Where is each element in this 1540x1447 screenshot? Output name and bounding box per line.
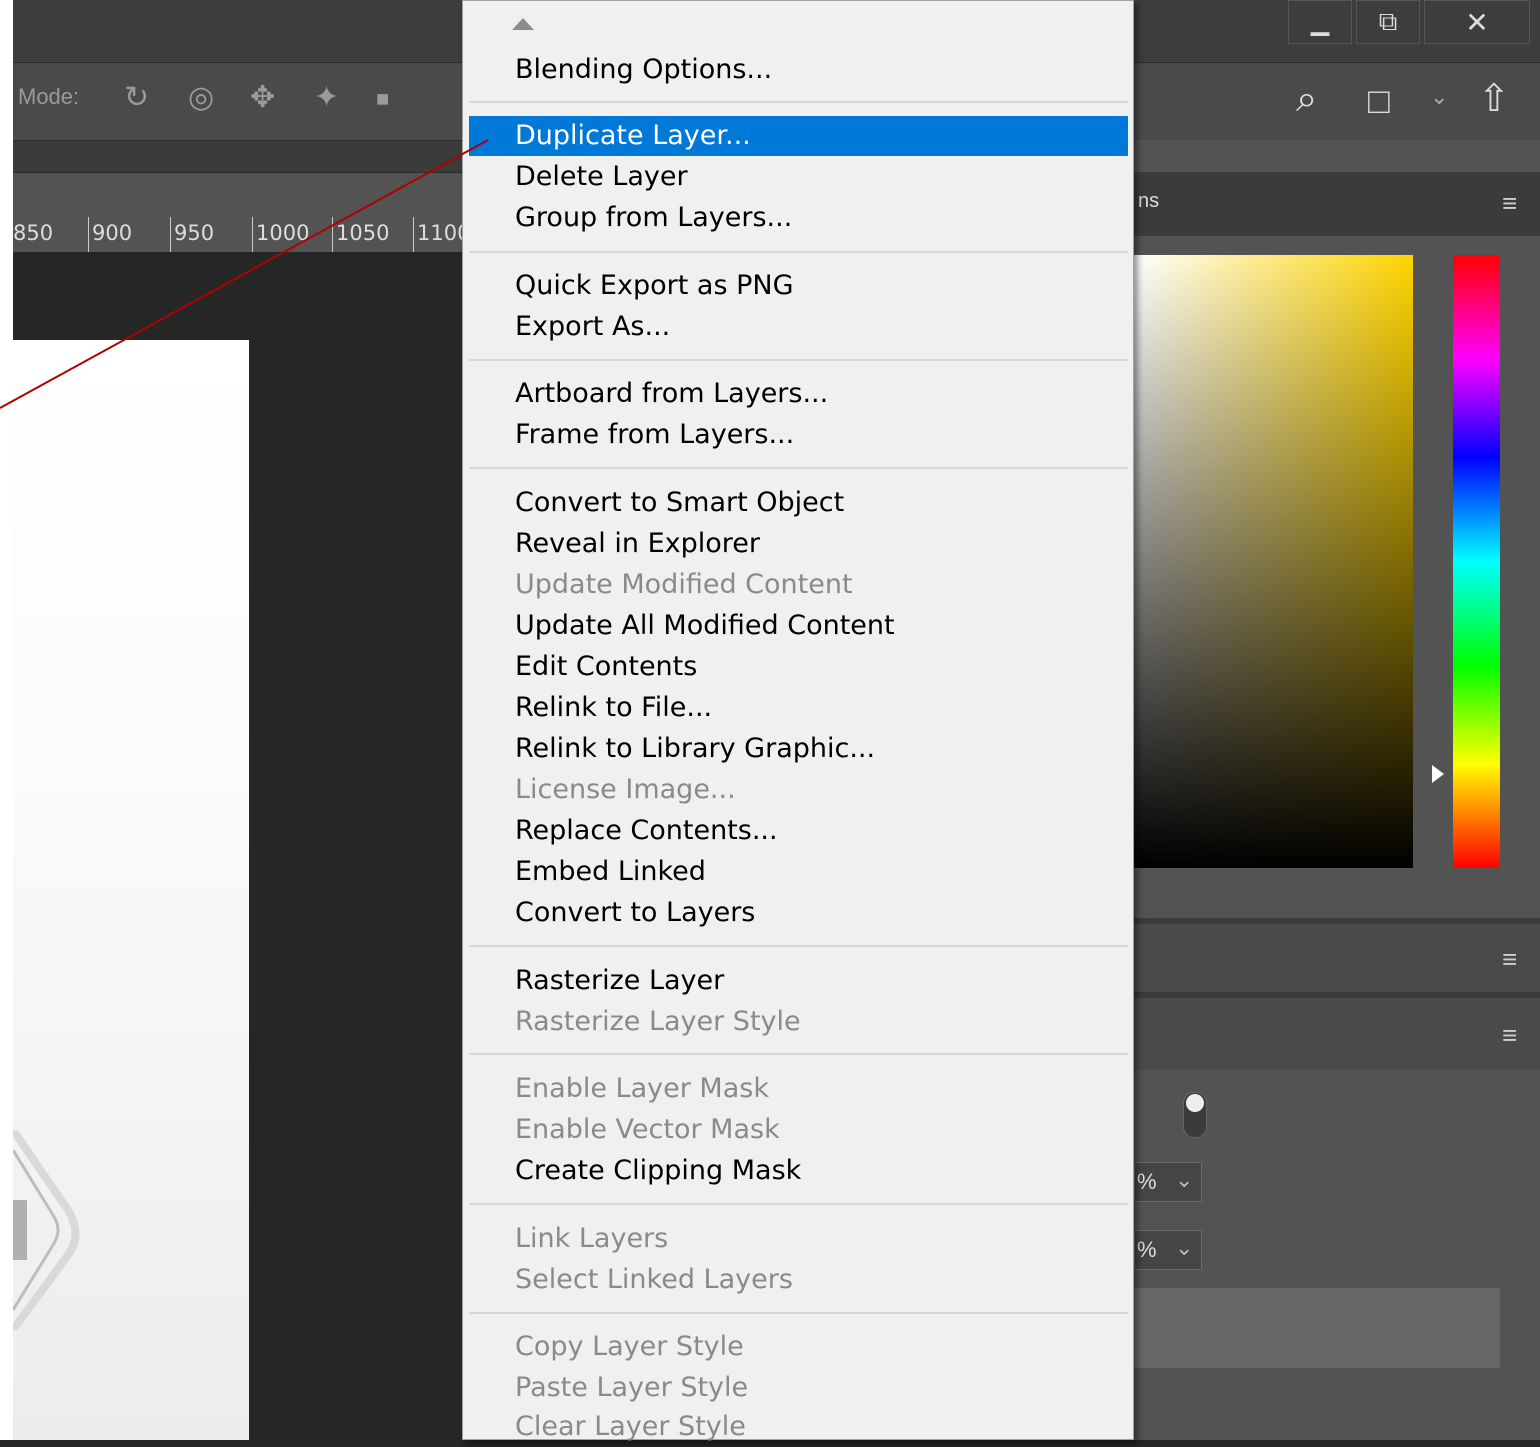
menu-item-enable-layer-mask: Enable Layer Mask [515, 1073, 769, 1104]
ruler-tick-label: 1000 [256, 221, 310, 245]
menu-item-convert-smart-object[interactable]: Convert to Smart Object [469, 483, 1128, 523]
fill-field[interactable]: % ⌄ [1134, 1230, 1202, 1270]
mode-label: Mode: [18, 84, 80, 109]
menu-item-license-image: License Image... [515, 774, 736, 805]
menu-item-paste-layer-style: Paste Layer Style [515, 1372, 749, 1403]
menu-item-relink-library-graphic[interactable]: Relink to Library Graphic... [469, 729, 1128, 769]
product-image-fragment [13, 1130, 80, 1330]
roll-3d-icon[interactable]: ◎ [188, 80, 214, 115]
chevron-down-icon[interactable]: ⌄ [1175, 1235, 1193, 1261]
menu-separator [469, 1203, 1128, 1205]
color-picker-field[interactable] [1134, 255, 1413, 868]
menu-item-relink-to-file[interactable]: Relink to File... [469, 688, 1128, 728]
slide-3d-icon[interactable]: ✦ [314, 80, 339, 115]
menu-separator [469, 101, 1128, 103]
chevron-down-icon[interactable]: ⌄ [1430, 84, 1448, 110]
panel-tab-label[interactable]: ns [1138, 190, 1159, 213]
opacity-field[interactable]: % ⌄ [1134, 1162, 1202, 1202]
horizontal-ruler: 850 900 950 1000 1050 1100 [13, 172, 470, 254]
drag-3d-icon[interactable]: ✥ [250, 80, 275, 115]
menu-item-rasterize-layer[interactable]: Rasterize Layer [469, 961, 1128, 1001]
menu-separator [469, 1053, 1128, 1055]
menu-separator [469, 945, 1128, 947]
ruler-tick-label: 950 [174, 221, 215, 245]
menu-separator [469, 251, 1128, 253]
menu-separator [469, 1312, 1128, 1314]
layers-panel-header [1134, 998, 1540, 1070]
lock-toggle-knob [1186, 1094, 1204, 1112]
menu-item-quick-export-png[interactable]: Quick Export as PNG [469, 266, 1128, 306]
minimize-icon: ▁ [1310, 8, 1330, 36]
menu-item-blending-options[interactable]: Blending Options... [469, 50, 1128, 90]
menu-item-artboard-from-layers[interactable]: Artboard from Layers... [469, 374, 1128, 414]
panel-menu-icon[interactable]: ≡ [1502, 188, 1517, 219]
menu-item-select-linked-layers: Select Linked Layers [515, 1264, 793, 1295]
opacity-percent: % [1137, 1169, 1157, 1194]
ruler-tick-label: 850 [13, 221, 54, 245]
menu-item-delete-layer[interactable]: Delete Layer [469, 157, 1128, 197]
menu-separator [469, 467, 1128, 469]
restore-icon: ⧉ [1378, 6, 1398, 36]
menu-item-duplicate-layer[interactable]: Duplicate Layer... [469, 116, 1128, 156]
menu-item-link-layers: Link Layers [515, 1223, 669, 1254]
menu-item-copy-layer-style: Copy Layer Style [515, 1331, 744, 1362]
workspace-icon[interactable]: □ [1368, 80, 1390, 122]
restore-button[interactable]: ⧉ [1356, 0, 1420, 44]
layer-row[interactable] [1134, 1288, 1500, 1368]
menu-item-clear-layer-style: Clear Layer Style [515, 1411, 746, 1442]
menu-item-rasterize-layer-style: Rasterize Layer Style [515, 1006, 801, 1037]
orbit-3d-icon[interactable]: ↻ [124, 80, 149, 115]
chevron-down-icon[interactable]: ⌄ [1175, 1167, 1193, 1193]
hue-slider-marker[interactable] [1432, 765, 1444, 783]
panel-menu-icon[interactable]: ≡ [1502, 1020, 1517, 1051]
menu-item-create-clipping-mask[interactable]: Create Clipping Mask [469, 1151, 1128, 1191]
close-window-button[interactable]: ✕ [1424, 0, 1530, 44]
canvas-left-edge [0, 0, 13, 1440]
ruler-tick-label: 1050 [336, 221, 390, 245]
menu-item-update-all-modified-content[interactable]: Update All Modified Content [469, 606, 1128, 646]
menu-item-update-modified-content: Update Modified Content [515, 569, 853, 600]
video-camera-icon[interactable]: ■ [376, 86, 389, 112]
color-panel-header [1134, 172, 1540, 236]
close-icon: ✕ [1465, 6, 1489, 38]
menu-item-edit-contents[interactable]: Edit Contents [469, 647, 1128, 687]
fill-percent: % [1137, 1237, 1157, 1262]
search-icon[interactable]: ⌕ [1296, 78, 1317, 121]
menu-item-replace-contents[interactable]: Replace Contents... [469, 811, 1128, 851]
menu-item-reveal-in-explorer[interactable]: Reveal in Explorer [469, 524, 1128, 564]
minimize-button[interactable]: ▁ [1288, 0, 1352, 44]
menu-item-group-from-layers[interactable]: Group from Layers... [469, 198, 1128, 238]
hue-slider[interactable] [1453, 255, 1500, 868]
ruler-tick-label: 900 [92, 221, 133, 245]
menu-item-enable-vector-mask: Enable Vector Mask [515, 1114, 780, 1145]
panel-menu-icon[interactable]: ≡ [1502, 944, 1517, 975]
menu-item-frame-from-layers[interactable]: Frame from Layers... [469, 415, 1128, 455]
menu-item-export-as[interactable]: Export As... [469, 307, 1128, 347]
menu-item-convert-to-layers[interactable]: Convert to Layers [469, 893, 1128, 933]
panel-header [1134, 924, 1540, 992]
triangle-up-icon[interactable] [512, 18, 534, 30]
menu-separator [469, 359, 1128, 361]
menu-item-embed-linked[interactable]: Embed Linked [469, 852, 1128, 892]
share-icon[interactable]: ⇧ [1478, 76, 1510, 121]
